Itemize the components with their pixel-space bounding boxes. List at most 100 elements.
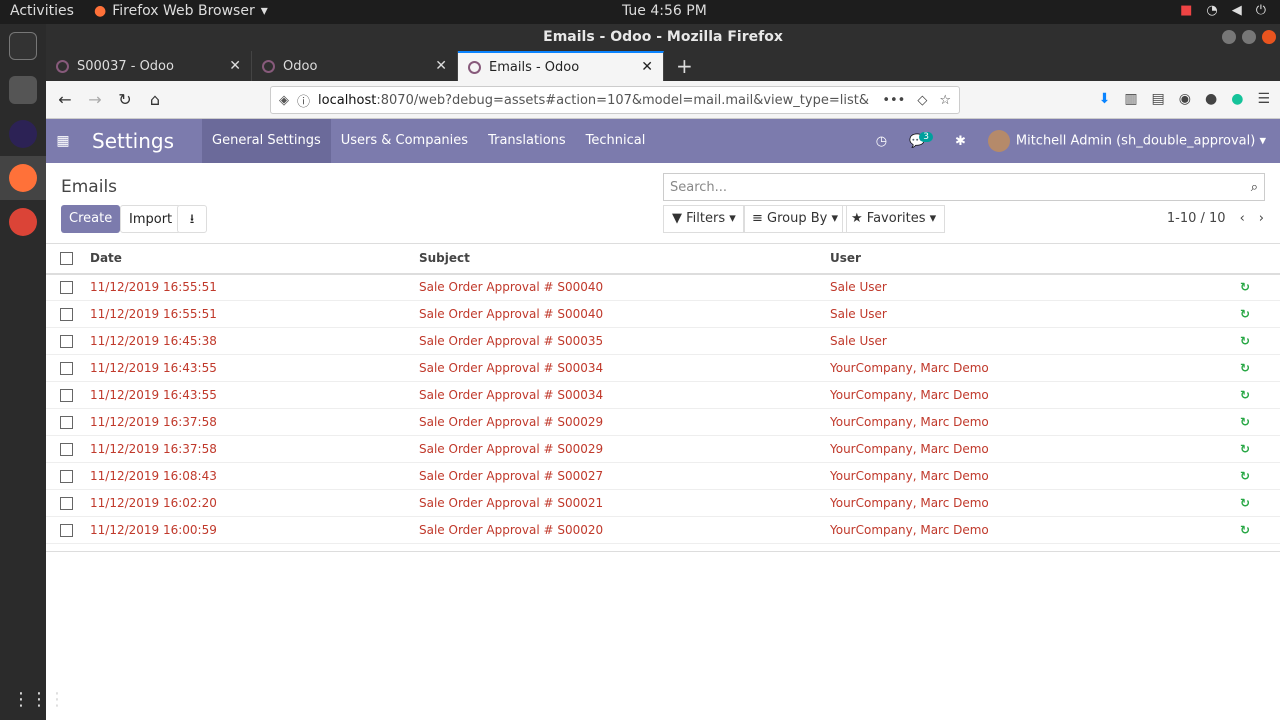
app-menu[interactable]: ● Firefox Web Browser ▾ [94, 3, 268, 19]
cell-user[interactable]: Sale User [826, 300, 1210, 328]
cell-subject[interactable]: Sale Order Approval # S00027 [415, 462, 826, 490]
retry-icon[interactable]: ↻ [1210, 516, 1280, 544]
row-checkbox[interactable] [46, 327, 86, 355]
cell-date[interactable]: 11/12/2019 16:43:55 [86, 354, 415, 382]
table-row[interactable]: 11/12/2019 16:45:38 Sale Order Approval #… [46, 327, 1280, 355]
checkbox[interactable] [59, 524, 73, 537]
table-row[interactable]: 11/12/2019 16:37:58 Sale Order Approval #… [46, 435, 1280, 463]
cell-subject[interactable]: Sale Order Approval # S00029 [415, 408, 826, 436]
retry-icon[interactable]: ↻ [1210, 408, 1280, 436]
row-checkbox[interactable] [46, 354, 86, 382]
table-row[interactable]: 11/12/2019 16:55:51 Sale Order Approval #… [46, 273, 1280, 301]
cell-date[interactable]: 11/12/2019 16:37:58 [86, 435, 415, 463]
pager-value[interactable]: 1-10 / 10 [1167, 211, 1226, 226]
cell-user[interactable]: YourCompany, Marc Demo [826, 489, 1210, 517]
messaging-menu[interactable]: 💬3 [909, 131, 933, 149]
column-user[interactable]: User [826, 243, 1210, 275]
bookmark-star-icon[interactable]: ☆ [939, 93, 951, 108]
tab-s00037[interactable]: S00037 - Odoo ✕ [46, 51, 252, 81]
pager-next-icon[interactable]: › [1259, 211, 1264, 226]
table-row[interactable]: 11/12/2019 16:02:20 Sale Order Approval #… [46, 489, 1280, 517]
cell-user[interactable]: YourCompany, Marc Demo [826, 354, 1210, 382]
retry-icon[interactable]: ↻ [1210, 327, 1280, 355]
search-icon[interactable]: ⌕ [1251, 180, 1258, 195]
checkbox[interactable] [59, 252, 73, 266]
export-download-button[interactable]: ⭳ [177, 205, 207, 233]
cell-subject[interactable]: Sale Order Approval # S00035 [415, 327, 826, 355]
groupby-dropdown[interactable]: ≡ Group By ▾ [743, 205, 848, 233]
row-checkbox[interactable] [46, 300, 86, 328]
column-date[interactable]: Date [86, 243, 415, 275]
table-row[interactable]: 11/12/2019 16:43:55 Sale Order Approval #… [46, 381, 1280, 409]
menu-technical[interactable]: Technical [576, 119, 656, 163]
app-brand[interactable]: Settings [92, 129, 174, 153]
dock-terminal[interactable] [0, 24, 46, 68]
retry-icon[interactable]: ↻ [1210, 489, 1280, 517]
table-row[interactable]: 11/12/2019 16:55:51 Sale Order Approval #… [46, 300, 1280, 328]
cell-subject[interactable]: Sale Order Approval # S00034 [415, 381, 826, 409]
tab-emails[interactable]: Emails - Odoo ✕ [458, 51, 664, 81]
table-row[interactable]: 11/12/2019 16:43:55 Sale Order Approval #… [46, 354, 1280, 382]
row-checkbox[interactable] [46, 489, 86, 517]
user-menu[interactable]: Mitchell Admin (sh_double_approval) ▾ [987, 130, 1266, 152]
retry-icon[interactable]: ↻ [1210, 435, 1280, 463]
dock-firefox[interactable] [0, 156, 46, 200]
download-icon[interactable]: ⬇ [1099, 91, 1111, 107]
pocket-icon[interactable]: ◇ [917, 93, 927, 108]
menu-translations[interactable]: Translations [478, 119, 576, 163]
import-button[interactable]: Import [120, 205, 182, 233]
row-checkbox[interactable] [46, 462, 86, 490]
cell-date[interactable]: 11/12/2019 16:08:43 [86, 462, 415, 490]
menu-general-settings[interactable]: General Settings [202, 119, 331, 163]
cell-date[interactable]: 11/12/2019 16:37:58 [86, 408, 415, 436]
retry-icon[interactable]: ↻ [1210, 462, 1280, 490]
retry-icon[interactable]: ↻ [1210, 354, 1280, 382]
cell-user[interactable]: YourCompany, Marc Demo [826, 462, 1210, 490]
home-button[interactable]: ⌂ [140, 90, 170, 109]
cell-user[interactable]: YourCompany, Marc Demo [826, 516, 1210, 544]
table-row[interactable]: 11/12/2019 16:37:58 Sale Order Approval #… [46, 408, 1280, 436]
activities-button[interactable]: Activities [10, 3, 74, 19]
sidebar-icon[interactable]: ▤ [1152, 91, 1165, 107]
cell-subject[interactable]: Sale Order Approval # S00040 [415, 300, 826, 328]
cell-subject[interactable]: Sale Order Approval # S00040 [415, 273, 826, 301]
debug-bug-icon[interactable]: ✱ [955, 134, 966, 149]
cell-subject[interactable]: Sale Order Approval # S00029 [415, 435, 826, 463]
cell-date[interactable]: 11/12/2019 16:45:38 [86, 327, 415, 355]
back-button[interactable]: ← [50, 90, 80, 109]
cell-date[interactable]: 11/12/2019 16:02:20 [86, 489, 415, 517]
close-icon[interactable]: ✕ [229, 58, 241, 74]
library-icon[interactable]: ▥ [1124, 91, 1137, 107]
create-button[interactable]: Create [61, 205, 121, 233]
filters-dropdown[interactable]: ▼ Filters ▾ [663, 205, 745, 233]
checkbox[interactable] [59, 389, 73, 402]
retry-icon[interactable]: ↻ [1210, 273, 1280, 301]
menu-icon[interactable]: ☰ [1257, 91, 1270, 107]
menu-users-companies[interactable]: Users & Companies [331, 119, 478, 163]
search-box[interactable]: Search... ⌕ [663, 173, 1265, 201]
pager-prev-icon[interactable]: ‹ [1240, 211, 1245, 226]
apps-grid-icon[interactable]: ▦ [48, 133, 78, 149]
table-row[interactable]: 11/12/2019 16:08:43 Sale Order Approval #… [46, 462, 1280, 490]
close-icon[interactable]: ✕ [641, 59, 653, 75]
checkbox[interactable] [59, 443, 73, 456]
table-row[interactable]: 11/12/2019 16:00:59 Sale Order Approval #… [46, 516, 1280, 544]
cell-date[interactable]: 11/12/2019 16:55:51 [86, 300, 415, 328]
favorites-dropdown[interactable]: ★ Favorites ▾ [842, 205, 946, 233]
checkbox[interactable] [59, 362, 73, 375]
close-icon[interactable]: ✕ [435, 58, 447, 74]
cell-subject[interactable]: Sale Order Approval # S00020 [415, 516, 826, 544]
row-checkbox[interactable] [46, 516, 86, 544]
reload-button[interactable]: ↻ [110, 90, 140, 109]
checkbox[interactable] [59, 335, 73, 348]
account-icon[interactable]: ◉ [1179, 91, 1191, 107]
select-all-checkbox[interactable] [46, 243, 86, 275]
search-input[interactable]: Search... [670, 180, 727, 195]
tab-odoo[interactable]: Odoo ✕ [252, 51, 458, 81]
cell-subject[interactable]: Sale Order Approval # S00021 [415, 489, 826, 517]
shield-icon[interactable]: ◈ [279, 93, 289, 108]
dock-eclipse[interactable] [0, 112, 46, 156]
row-checkbox[interactable] [46, 381, 86, 409]
checkbox[interactable] [59, 281, 73, 295]
checkbox[interactable] [59, 497, 73, 510]
